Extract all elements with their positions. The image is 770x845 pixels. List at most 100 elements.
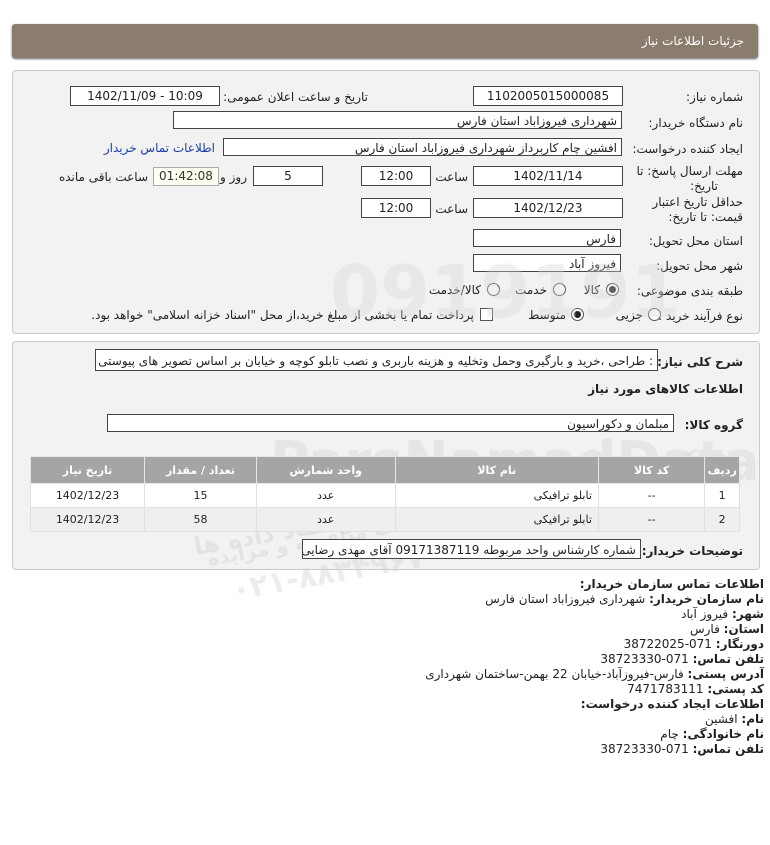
contact-province-value: فارس — [689, 622, 720, 636]
category-radio-goods-service[interactable] — [487, 283, 500, 296]
buyer-notes-label: توضیحات خریدار: — [641, 544, 743, 558]
category-option-service: خدمت — [515, 283, 547, 297]
delivery-city-label: شهر محل تحویل: — [656, 259, 743, 273]
need-number-label: شماره نیاز: — [686, 90, 743, 104]
page-title: جزئیات اطلاعات نیاز — [641, 34, 744, 48]
process-type-label: نوع فرآیند خرید : — [658, 309, 743, 323]
items-table-header: ردیف کد کالا نام کالا واحد شمارش تعداد /… — [29, 456, 740, 484]
deadline-label-line1: مهلت ارسال پاسخ: تا — [636, 164, 743, 178]
row-number: 1 — [704, 483, 740, 508]
process-radio-minor[interactable] — [648, 308, 661, 321]
creator-phone-label: تلفن تماس: — [692, 742, 764, 756]
validity-date-field: 1402/12/23 — [473, 198, 623, 218]
table-row: 1 -- تابلو ترافیکی عدد 15 1402/12/23 — [29, 483, 740, 508]
creator-field: افشین چام کاربرداز شهرداری فیروزاباد است… — [223, 138, 622, 156]
creator-last-name: نام خانوادگی: چام — [660, 727, 764, 741]
buyer-notes-field: شماره کارشناس واحد مربوطه 09171387119 آق… — [302, 539, 641, 559]
creator-last-name-value: چام — [660, 727, 679, 741]
col-name-header: نام کالا — [394, 456, 599, 484]
item-date: 1402/12/23 — [29, 483, 146, 508]
items-table: ردیف کد کالا نام کالا واحد شمارش تعداد /… — [29, 456, 740, 532]
col-qty-header: تعداد / مقدار — [144, 456, 257, 484]
col-row-header: ردیف — [704, 456, 740, 484]
goods-group-label: گروه کالا: — [684, 418, 743, 432]
contact-city: شهر: فیروز آباد — [681, 607, 764, 621]
item-date: 1402/12/23 — [29, 507, 146, 532]
deadline-time-field: 12:00 — [361, 166, 431, 186]
contact-fax-value: 071-38722025 — [623, 637, 712, 651]
validity-time-label: ساعت — [435, 202, 468, 216]
treasury-payment-checkbox[interactable] — [480, 308, 493, 321]
process-option-minor: جزیی — [615, 308, 643, 322]
category-option-goods-service: کالا/خدمت — [428, 283, 481, 297]
goods-group-field: مبلمان و دکوراسیون — [107, 414, 674, 432]
category-option-goods: کالا — [583, 283, 600, 297]
deadline-time-label: ساعت — [435, 170, 468, 184]
col-unit-header: واحد شمارش — [255, 456, 396, 484]
contact-address: آدرس پستی: فارس-فیروزآباد-خیابان 22 بهمن… — [425, 667, 764, 681]
item-name: تابلو ترافیکی — [394, 507, 599, 532]
item-unit: عدد — [255, 507, 396, 532]
announce-label: تاریخ و ساعت اعلان عمومی: — [223, 90, 368, 104]
delivery-province-field: فارس — [473, 229, 621, 247]
need-number-field: 1102005015000085 — [473, 86, 623, 106]
contact-postal-value: 7471783111 — [627, 682, 704, 696]
contact-org: نام سازمان خریدار: شهرداری فیروزاباد است… — [485, 592, 764, 606]
description-label: شرح کلی نیاز: — [657, 355, 743, 369]
contact-city-value: فیروز آباد — [681, 607, 729, 621]
category-radio-service[interactable] — [553, 283, 566, 296]
creator-first-name-label: نام: — [741, 712, 764, 726]
creator-info-title: اطلاعات ایجاد کننده درخواست: — [580, 697, 764, 711]
contact-province: استان: فارس — [690, 622, 764, 636]
col-date-header: تاریخ نیاز — [29, 456, 146, 484]
buyer-contact-link[interactable]: اطلاعات تماس خریدار — [104, 141, 215, 155]
treasury-payment-note: پرداخت تمام یا بخشی از مبلغ خرید،از محل … — [91, 308, 474, 322]
contact-phone-value: 071-38723330 — [600, 652, 689, 666]
item-code: -- — [597, 507, 706, 532]
col-code-header: کد کالا — [597, 456, 706, 484]
creator-first-name: نام: افشین — [705, 712, 764, 726]
validity-label-line1: حداقل تاریخ اعتبار — [652, 195, 743, 209]
contact-address-label: آدرس پستی: — [687, 667, 764, 681]
table-row: 2 -- تابلو ترافیکی عدد 58 1402/12/23 — [29, 507, 740, 532]
buyer-name-field: شهرداری فیروزاباد استان فارس — [173, 111, 622, 129]
creator-phone-value: 071-38723330 — [600, 742, 689, 756]
announce-field: 1402/11/09 - 10:09 — [70, 86, 220, 106]
item-code: -- — [597, 483, 706, 508]
remaining-time-counter: 01:42:08 — [153, 167, 219, 186]
description-field: : طراحی ،خرید و بارگیری وحمل وتخلیه و هز… — [95, 349, 658, 371]
row-number: 2 — [704, 507, 740, 532]
contact-fax: دورنگار: 071-38722025 — [624, 637, 764, 651]
contact-phone-label: تلفن تماس: — [692, 652, 764, 666]
process-radio-medium[interactable] — [571, 308, 584, 321]
category-label: طبقه بندی موضوعی: — [636, 284, 743, 298]
creator-last-name-label: نام خانوادگی: — [682, 727, 764, 741]
item-qty: 15 — [144, 483, 257, 508]
creator-phone: تلفن تماس: 071-38723330 — [600, 742, 764, 756]
page-header: جزئیات اطلاعات نیاز — [12, 24, 758, 58]
category-radio-goods[interactable] — [606, 283, 619, 296]
remaining-days-field: 5 — [253, 166, 323, 186]
contact-city-label: شهر: — [732, 607, 764, 621]
contact-org-label: نام سازمان خریدار: — [649, 592, 764, 606]
validity-label-line2: قیمت: تا تاریخ: — [668, 210, 743, 224]
validity-time-field: 12:00 — [361, 198, 431, 218]
item-unit: عدد — [255, 483, 396, 508]
item-name: تابلو ترافیکی — [394, 483, 599, 508]
contact-title: اطلاعات تماس سازمان خریدار: — [579, 577, 764, 591]
goods-info-title: اطلاعات کالاهای مورد نیاز — [588, 382, 743, 396]
contact-address-value: فارس-فیروزآباد-خیابان 22 بهمن-ساختمان شه… — [425, 667, 684, 681]
deadline-date-field: 1402/11/14 — [473, 166, 623, 186]
deadline-label-line2: تاریخ: — [690, 179, 718, 193]
contact-province-label: استان: — [723, 622, 764, 636]
delivery-province-label: استان محل تحویل: — [648, 234, 743, 248]
creator-label: ایجاد کننده درخواست: — [632, 142, 743, 156]
contact-org-value: شهرداری فیروزاباد استان فارس — [485, 592, 646, 606]
delivery-city-field: فیروز آباد — [473, 254, 621, 272]
contact-fax-label: دورنگار: — [715, 637, 764, 651]
process-option-medium: متوسط — [528, 308, 566, 322]
contact-phone: تلفن تماس: 071-38723330 — [600, 652, 764, 666]
days-label: روز و — [220, 170, 247, 184]
creator-first-name-value: افشین — [705, 712, 738, 726]
buyer-name-label: نام دستگاه خریدار: — [648, 116, 744, 130]
